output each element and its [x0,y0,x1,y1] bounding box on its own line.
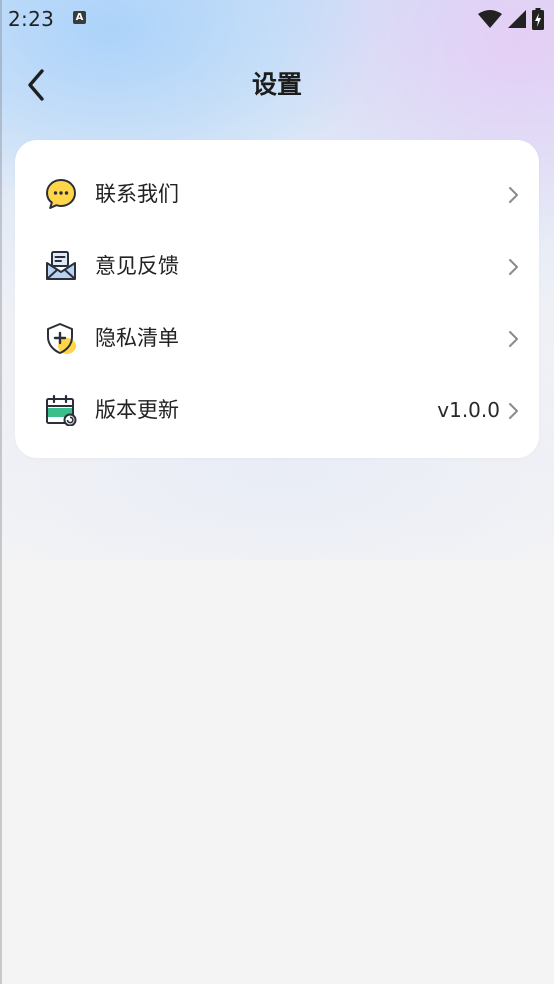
privacy-list-label: 隐私清单 [95,326,179,350]
version-number: v1.0.0 [437,398,500,422]
calendar-update-icon [46,394,77,426]
chevron-right-icon [509,259,518,275]
status-bar: 2:23 A [0,0,554,38]
feedback-envelope-icon [46,251,76,280]
version-update-row[interactable]: 版本更新 v1.0.0 [15,378,539,442]
contact-us-row[interactable]: 联系我们 [15,162,539,226]
privacy-shield-icon [47,323,76,354]
feedback-row[interactable]: 意见反馈 [15,234,539,298]
window-edge [0,0,2,984]
top-navigation: 设置 [0,56,554,114]
chevron-right-icon [509,331,518,347]
contact-us-label: 联系我们 [95,182,179,206]
version-update-label: 版本更新 [95,398,179,422]
feedback-label: 意见反馈 [95,254,179,278]
back-button[interactable] [18,64,54,106]
chevron-left-icon [28,69,44,101]
wifi-icon [478,10,502,28]
settings-screen: 2:23 A 设置 联系我们 意见反馈 隐私清单 版本更新 v1.0.0 [0,0,554,984]
status-time: 2:23 [8,7,55,31]
notification-a-icon: A [73,11,86,24]
battery-charging-icon [532,8,544,30]
chat-bubble-icon [46,179,76,209]
page-title: 设置 [251,70,302,99]
privacy-list-row[interactable]: 隐私清单 [15,306,539,370]
status-icons [478,8,544,30]
chevron-right-icon [509,187,518,203]
cell-signal-icon [508,10,526,28]
chevron-right-icon [509,403,518,419]
settings-card: 联系我们 意见反馈 隐私清单 版本更新 v1.0.0 [15,140,539,458]
